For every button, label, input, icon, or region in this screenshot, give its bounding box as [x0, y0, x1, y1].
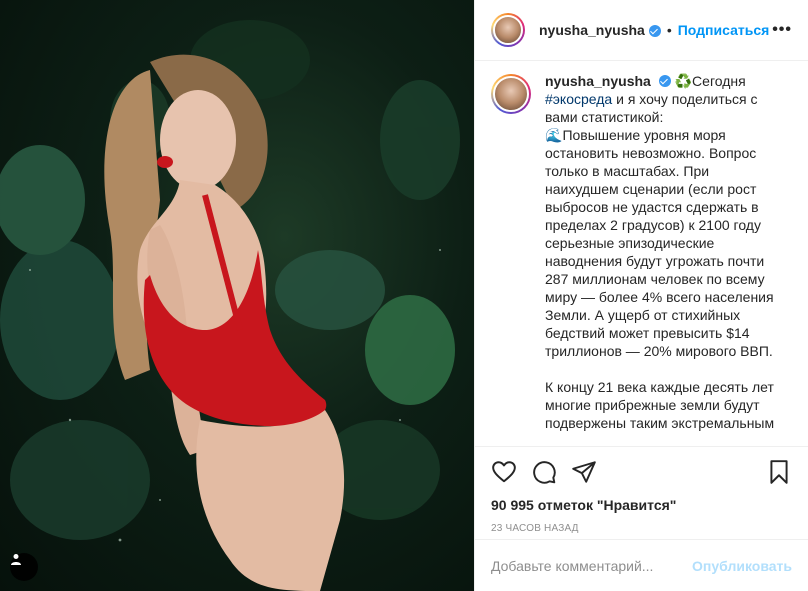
post-photo[interactable]: [0, 0, 474, 591]
caption-username[interactable]: nyusha_nyusha: [545, 73, 651, 89]
verified-badge-icon: [658, 75, 671, 87]
hashtag-link[interactable]: #экосреда: [545, 91, 612, 107]
save-bookmark-icon[interactable]: [766, 459, 792, 485]
author-username[interactable]: nyusha_nyusha: [539, 22, 645, 38]
share-send-icon[interactable]: [571, 459, 597, 485]
caption-paragraph-2: К концу 21 века каждые десять лет многие…: [545, 379, 775, 431]
tagged-people-button[interactable]: [10, 553, 38, 581]
like-heart-icon[interactable]: [491, 459, 517, 485]
likes-count[interactable]: 90 995 отметок "Нравится": [491, 497, 792, 513]
caption: nyusha_nyusha ♻️Сегодня #экосреда и я хо…: [491, 72, 792, 432]
post-header: nyusha_nyusha • Подписаться •••: [475, 0, 808, 61]
caption-scroll-area[interactable]: nyusha_nyusha ♻️Сегодня #экосреда и я хо…: [475, 72, 808, 446]
caption-intro: Сегодня: [692, 73, 746, 89]
follow-button[interactable]: Подписаться: [678, 22, 770, 38]
caption-paragraph-1: 🌊Повышение уровня моря остановить невозм…: [545, 126, 785, 360]
caption-text: nyusha_nyusha ♻️Сегодня #экосреда и я хо…: [545, 72, 785, 432]
wave-emoji-icon: 🌊: [545, 127, 563, 143]
post-actions: 90 995 отметок "Нравится" 23 часов назад: [475, 446, 808, 534]
paragraph-1-text: Повышение уровня моря остановить невозмо…: [545, 127, 774, 359]
comment-input[interactable]: [491, 557, 693, 574]
post-sidebar: nyusha_nyusha • Подписаться ••• nyusha_n…: [474, 0, 808, 591]
recycle-emoji-icon: ♻️: [674, 73, 693, 89]
publish-comment-button[interactable]: Опубликовать: [692, 558, 792, 574]
more-options-icon[interactable]: •••: [772, 21, 792, 39]
header-separator: •: [666, 22, 672, 38]
author-avatar[interactable]: [491, 13, 525, 47]
comment-bubble-icon[interactable]: [531, 459, 557, 485]
person-tag-icon: [11, 554, 21, 565]
verified-badge-icon: [648, 25, 661, 37]
instagram-post: nyusha_nyusha • Подписаться ••• nyusha_n…: [0, 0, 808, 591]
comment-bar: Опубликовать: [475, 539, 808, 591]
photo-illustration: [0, 20, 460, 591]
post-timestamp[interactable]: 23 часов назад: [491, 523, 792, 534]
caption-avatar[interactable]: [491, 74, 531, 114]
